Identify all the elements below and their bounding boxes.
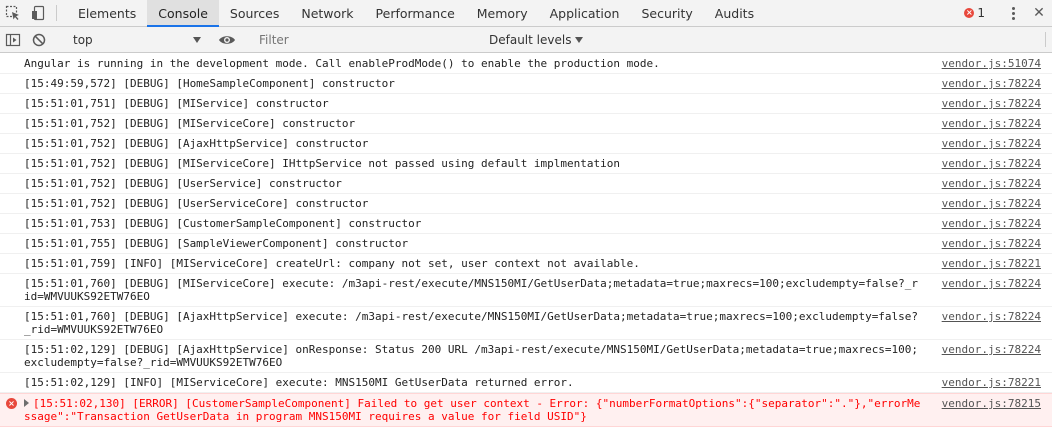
toolbar-divider: [1045, 32, 1046, 47]
message-text: [15:51:02,129] [DEBUG] [AjaxHttpService]…: [24, 343, 919, 369]
source-link[interactable]: vendor.js:78224: [942, 237, 1041, 250]
message-text: [15:51:02,129] [INFO] [MIServiceCore] ex…: [24, 376, 574, 389]
tab-console[interactable]: Console: [147, 0, 219, 27]
source-link[interactable]: vendor.js:78224: [942, 177, 1041, 190]
source-link[interactable]: vendor.js:51074: [942, 57, 1041, 70]
error-text: [15:51:02,130] [ERROR] [CustomerSampleCo…: [24, 397, 921, 423]
message-text: [15:51:01,759] [INFO] [MIServiceCore] cr…: [24, 257, 640, 270]
console-message: [15:51:01,760] [DEBUG] [MIServiceCore] e…: [0, 274, 1052, 307]
source-link[interactable]: vendor.js:78221: [942, 257, 1041, 270]
console-message: [15:49:59,572] [DEBUG] [HomeSampleCompon…: [0, 74, 1052, 94]
source-link[interactable]: vendor.js:78224: [942, 217, 1041, 230]
message-text: [15:51:02,130] [ERROR] [CustomerSampleCo…: [24, 397, 924, 423]
tab-performance[interactable]: Performance: [365, 0, 466, 26]
clear-console-button[interactable]: [26, 27, 52, 53]
message-text: [15:51:01,760] [DEBUG] [MIServiceCore] e…: [24, 277, 919, 303]
message-text: [15:49:59,572] [DEBUG] [HomeSampleCompon…: [24, 77, 395, 90]
message-text: [15:51:01,752] [DEBUG] [UserServiceCore]…: [24, 197, 369, 210]
levels-label: Default levels: [489, 32, 572, 47]
sidebar-toggle-icon: [5, 33, 21, 46]
source-link[interactable]: vendor.js:78224: [942, 77, 1041, 90]
console-message: [15:51:01,751] [DEBUG] [MIService] const…: [0, 94, 1052, 114]
error-icon: ×: [964, 8, 975, 18]
console-message: [15:51:01,752] [DEBUG] [AjaxHttpService]…: [0, 134, 1052, 154]
eye-icon: [219, 35, 235, 44]
source-link[interactable]: vendor.js:78224: [942, 310, 1041, 323]
kebab-dot: [1011, 6, 1015, 10]
message-text: [15:51:01,752] [DEBUG] [MIServiceCore] c…: [24, 117, 356, 130]
panel-tabs: Elements Console Sources Network Perform…: [67, 0, 765, 27]
inspect-element-button[interactable]: [0, 0, 26, 26]
tab-application[interactable]: Application: [539, 0, 631, 26]
tab-sources[interactable]: Sources: [219, 0, 290, 26]
console-message: [15:51:01,752] [DEBUG] [UserServiceCore]…: [0, 194, 1052, 214]
tab-elements[interactable]: Elements: [67, 0, 147, 26]
console-message: [15:51:01,755] [DEBUG] [SampleViewerComp…: [0, 234, 1052, 254]
devtools-tabbar: Elements Console Sources Network Perform…: [0, 0, 1052, 27]
inspect-icon: [5, 5, 19, 20]
console-message: Angular is running in the development mo…: [0, 54, 1052, 74]
tab-memory[interactable]: Memory: [466, 0, 539, 26]
error-icon: ×: [6, 398, 17, 409]
tab-network[interactable]: Network: [290, 0, 364, 26]
console-message: [15:51:01,760] [DEBUG] [AjaxHttpService]…: [0, 307, 1052, 340]
clear-icon: [32, 33, 46, 46]
context-value: top: [73, 32, 93, 47]
toolbar-divider: [56, 5, 57, 21]
close-icon: ✕: [1033, 5, 1045, 21]
tab-security[interactable]: Security: [630, 0, 703, 26]
kebab-dot: [1011, 16, 1015, 20]
message-text: [15:51:01,752] [DEBUG] [UserService] con…: [24, 177, 342, 190]
console-message: [15:51:01,753] [DEBUG] [CustomerSampleCo…: [0, 214, 1052, 234]
message-text: [15:51:01,760] [DEBUG] [AjaxHttpService]…: [24, 310, 919, 336]
message-text: Angular is running in the development mo…: [24, 57, 660, 70]
source-link[interactable]: vendor.js:78224: [942, 117, 1041, 130]
source-link[interactable]: vendor.js:78224: [942, 137, 1041, 150]
chevron-down-icon: [193, 36, 201, 43]
console-message: [15:51:02,129] [DEBUG] [AjaxHttpService]…: [0, 340, 1052, 373]
console-error-message[interactable]: × [15:51:02,130] [ERROR] [CustomerSample…: [0, 393, 1052, 427]
live-expression-button[interactable]: [214, 27, 240, 53]
chevron-down-icon: [575, 36, 584, 43]
log-levels-dropdown[interactable]: Default levels: [485, 30, 587, 50]
console-message: [15:51:01,752] [DEBUG] [MIServiceCore] c…: [0, 114, 1052, 134]
source-link[interactable]: vendor.js:78221: [942, 376, 1041, 389]
source-link[interactable]: vendor.js:78224: [942, 343, 1041, 356]
error-counter-button[interactable]: × 1: [958, 0, 991, 26]
show-sidebar-button[interactable]: [0, 27, 26, 53]
tabbar-right-controls: × 1 ✕: [958, 0, 1052, 26]
message-text: [15:51:01,752] [DEBUG] [AjaxHttpService]…: [24, 137, 369, 150]
error-count: 1: [977, 6, 985, 20]
console-toolbar: top Default levels: [0, 27, 1052, 53]
console-message: [15:51:01,759] [INFO] [MIServiceCore] cr…: [0, 254, 1052, 274]
message-text: [15:51:01,753] [DEBUG] [CustomerSampleCo…: [24, 217, 422, 230]
message-text: [15:51:01,751] [DEBUG] [MIService] const…: [24, 97, 329, 110]
filter-input[interactable]: [253, 29, 481, 50]
tab-audits[interactable]: Audits: [704, 0, 765, 26]
message-text: [15:51:01,755] [DEBUG] [SampleViewerComp…: [24, 237, 409, 250]
source-link[interactable]: vendor.js:78224: [942, 197, 1041, 210]
message-text: [15:51:01,752] [DEBUG] [MIServiceCore] I…: [24, 157, 621, 170]
console-message: [15:51:02,129] [INFO] [MIServiceCore] ex…: [0, 373, 1052, 393]
console-message: [15:51:01,752] [DEBUG] [UserService] con…: [0, 174, 1052, 194]
javascript-context-select[interactable]: top: [65, 30, 205, 50]
close-devtools-button[interactable]: ✕: [1026, 0, 1052, 26]
device-mode-icon: [32, 5, 45, 21]
customize-menu-button[interactable]: [1000, 0, 1026, 26]
source-link[interactable]: vendor.js:78224: [942, 97, 1041, 110]
expand-triangle-icon[interactable]: [24, 399, 29, 407]
source-link[interactable]: vendor.js:78224: [942, 157, 1041, 170]
source-link[interactable]: vendor.js:78215: [942, 397, 1041, 410]
device-toolbar-button[interactable]: [26, 0, 52, 26]
kebab-dot: [1011, 11, 1015, 15]
source-link[interactable]: vendor.js:78224: [942, 277, 1041, 290]
console-message: [15:51:01,752] [DEBUG] [MIServiceCore] I…: [0, 154, 1052, 174]
console-messages: Angular is running in the development mo…: [0, 54, 1052, 431]
